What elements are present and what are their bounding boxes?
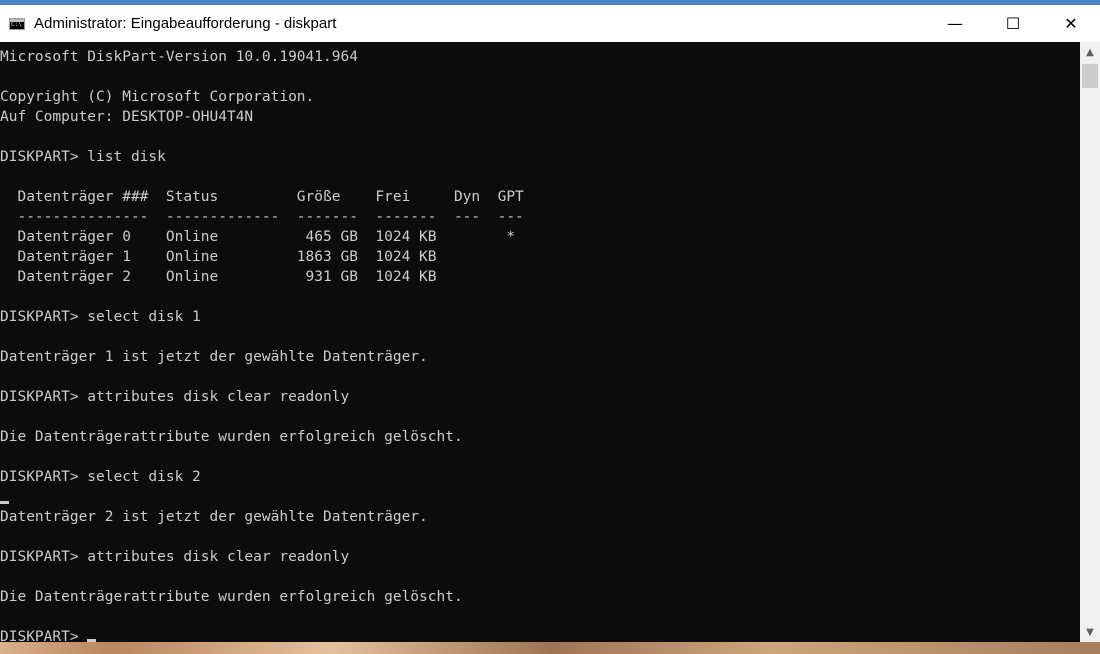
maximize-icon: ☐ <box>1005 14 1021 33</box>
console-line: DISKPART> attributes disk clear readonly <box>0 389 350 405</box>
maximize-button[interactable]: ☐ <box>984 5 1042 42</box>
console-text: Microsoft DiskPart-Version 10.0.19041.96… <box>0 47 1080 642</box>
vertical-scrollbar[interactable]: ▲ ▼ <box>1080 42 1100 642</box>
console-line: Microsoft DiskPart-Version 10.0.19041.96… <box>0 49 358 65</box>
console-line: DISKPART> attributes disk clear readonly <box>0 549 350 565</box>
console-line: Datenträger 1 Online 1863 GB 1024 KB <box>0 249 437 265</box>
title-bar[interactable]: Administrator: Eingabeaufforderung - dis… <box>0 5 1100 42</box>
desktop-background <box>0 642 1100 654</box>
console-line: Auf Computer: DESKTOP-OHU4T4N <box>0 109 254 125</box>
console-line: DISKPART> select disk 2 <box>0 469 201 485</box>
console-output[interactable]: Microsoft DiskPart-Version 10.0.19041.96… <box>0 42 1080 642</box>
console-line: DISKPART> list disk <box>0 149 166 165</box>
console-line: Die Datenträgerattribute wurden erfolgre… <box>0 429 463 445</box>
console-line: DISKPART> <box>0 627 1080 642</box>
command-prompt-window: Administrator: Eingabeaufforderung - dis… <box>0 0 1100 642</box>
minimize-button[interactable]: — <box>926 5 984 42</box>
scroll-thumb[interactable] <box>1082 64 1098 88</box>
console-line: DISKPART> select disk 1 <box>0 309 201 325</box>
close-icon: ✕ <box>1064 14 1078 33</box>
cmd-app-icon[interactable] <box>9 17 25 30</box>
console-line: Die Datenträgerattribute wurden erfolgre… <box>0 589 463 605</box>
window-title: Administrator: Eingabeaufforderung - dis… <box>34 15 337 32</box>
stray-cursor-mark <box>0 501 9 504</box>
minimize-icon: — <box>947 14 963 33</box>
console-line: Datenträger 2 Online 931 GB 1024 KB <box>0 269 437 285</box>
console-line: Datenträger 0 Online 465 GB 1024 KB * <box>0 229 516 245</box>
close-button[interactable]: ✕ <box>1042 5 1100 42</box>
text-cursor <box>87 639 97 642</box>
console-line: Copyright (C) Microsoft Corporation. <box>0 89 315 105</box>
console-line: Datenträger ### Status Größe Frei Dyn GP… <box>0 189 524 205</box>
scroll-down-arrow-icon[interactable]: ▼ <box>1080 622 1100 642</box>
scroll-up-arrow-icon[interactable]: ▲ <box>1080 42 1100 62</box>
console-line: Datenträger 2 ist jetzt der gewählte Dat… <box>0 509 428 525</box>
window-controls: — ☐ ✕ <box>926 5 1100 42</box>
console-line: Datenträger 1 ist jetzt der gewählte Dat… <box>0 349 428 365</box>
console-line: --------------- ------------- ------- --… <box>0 209 524 225</box>
